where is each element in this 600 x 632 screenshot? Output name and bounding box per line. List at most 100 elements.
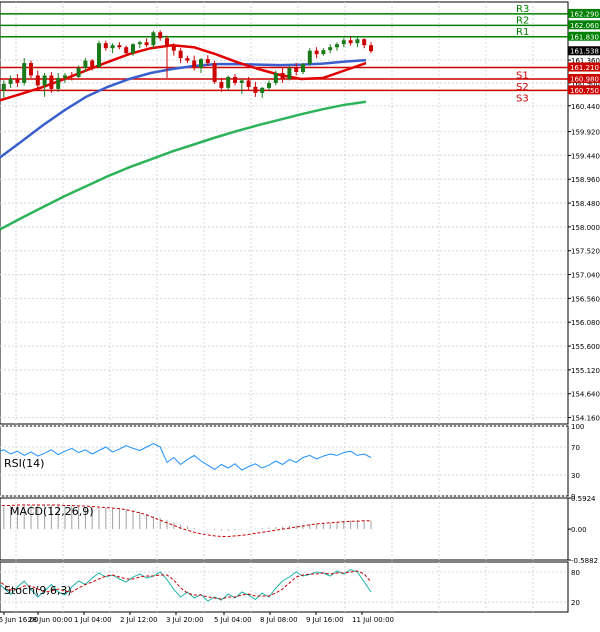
candle-body (83, 60, 88, 69)
candle-body (199, 59, 203, 69)
candle-body (280, 72, 285, 79)
candle-body (287, 68, 292, 79)
level-price-label: 160.980 (570, 75, 599, 83)
candle-body (273, 72, 278, 83)
level-name-s3: S3 (516, 93, 529, 104)
candle-body (212, 63, 217, 82)
candle-body (253, 86, 258, 93)
level-name-s1: S1 (516, 71, 529, 82)
price-tick-label: 155.600 (571, 343, 600, 351)
ma-layer (0, 43, 367, 231)
price-tick-label: 156.560 (571, 295, 600, 303)
candle-body (144, 42, 149, 46)
rsi-level-label: 100 (571, 423, 584, 431)
candle-body (8, 78, 13, 84)
candle-body (348, 40, 353, 44)
candle-body (205, 59, 210, 64)
price-tick-label: 157.040 (571, 272, 600, 280)
candle-body (192, 60, 197, 69)
candle-body (49, 75, 54, 89)
price-tick-label: 155.120 (571, 367, 600, 375)
price-tick-label: 158.000 (571, 224, 600, 232)
candle-body (239, 80, 244, 83)
candle-body (260, 87, 265, 93)
level-name-r3: R3 (516, 4, 529, 15)
chart-root: R3 R2 R1 S1 S2 S3 161.360 160.900 160.440 159.92… (0, 0, 600, 628)
candle-body (69, 75, 74, 77)
candle-body (335, 44, 339, 48)
time-tick-label: 5 Jul 04:00 (214, 616, 252, 624)
candle-body (29, 63, 33, 76)
candle-body (56, 77, 61, 89)
rsi-label: RSI(14) (4, 457, 44, 470)
candle-body (321, 50, 326, 55)
candle-body (158, 32, 163, 39)
rsi-level-label: 30 (571, 472, 580, 480)
candle-body (341, 40, 346, 45)
time-tick-label: 2 Jul 12:00 (120, 616, 158, 624)
candle-body (314, 50, 319, 55)
candle-body (328, 47, 333, 51)
level-name-r1: R1 (516, 27, 529, 38)
candle-body (90, 60, 95, 68)
price-tick-label: 160.440 (571, 103, 600, 111)
level-price-label: 161.210 (570, 64, 599, 72)
candle-body (178, 50, 183, 59)
candle-body (165, 38, 169, 46)
candle-body (103, 43, 108, 49)
price-tick-label: 154.640 (571, 391, 600, 399)
candle-body (171, 45, 176, 51)
panel-frame (0, 561, 569, 613)
candle-body (307, 50, 312, 65)
candle-body (362, 39, 367, 46)
stoch-level-label: 80 (571, 569, 580, 577)
macd-level-label: 0.00 (571, 526, 587, 534)
candle-body (42, 75, 47, 86)
level-layer: R3R2R1 S1S2S3 (0, 4, 568, 104)
price-tick-label: 158.480 (571, 200, 600, 208)
level-price-label: 162.290 (570, 10, 599, 18)
candle-body (137, 42, 142, 45)
candle-body (355, 39, 360, 44)
price-tick-label: 154.160 (571, 415, 600, 423)
stoch-level-label: 20 (571, 599, 580, 607)
candle-body (246, 80, 251, 87)
rsi-layer: 70301000RSI(14) (0, 423, 584, 501)
price-tick-label: 157.520 (571, 248, 600, 256)
candle-body (301, 64, 305, 73)
level-price-label: 161.830 (570, 33, 599, 41)
macd-level-label: -0.5882 (571, 557, 598, 565)
candle-body (124, 47, 129, 54)
chart-svg: R3R2R1S1S2S3 161.360160.900160.440159.92… (0, 1, 600, 624)
candle-body (63, 75, 67, 78)
candle-body (131, 44, 135, 54)
ma-slow-line (0, 100, 367, 231)
rsi-level-label: 70 (571, 444, 580, 452)
time-tick-label: 9 Jul 16:00 (306, 616, 344, 624)
candle-body (22, 63, 27, 83)
candle-body (1, 83, 6, 91)
candle-body (226, 76, 231, 88)
stoch-label: Stoch(9,6,3) (4, 584, 72, 597)
level-name-s2: S2 (516, 82, 529, 93)
price-tick-label: 156.080 (571, 319, 600, 327)
candle-body (369, 45, 373, 52)
time-tick-label: 1 Jul 04:00 (74, 616, 112, 624)
time-tick-label: 8 Jul 08:00 (260, 616, 298, 624)
candle-body (294, 68, 299, 73)
level-price-label: 160.750 (570, 87, 599, 95)
macd-layer: 0.5924 0.00 -0.5882 MACD(12,26,9) (0, 495, 598, 565)
candle-body (97, 43, 101, 68)
time-layer: 26 Jun 16:0028 Jun 00:001 Jul 04:002 Jul… (0, 612, 394, 624)
candle-body (267, 82, 271, 88)
macd-label: MACD(12,26,9) (10, 505, 94, 518)
ma-mid-line (0, 58, 367, 159)
time-tick-label: 11 Jul 00:00 (352, 616, 394, 624)
candle-body (219, 81, 224, 88)
level-price-label: 162.060 (570, 22, 599, 30)
time-tick-label: 3 Jul 20:00 (166, 616, 204, 624)
axis-layer: 161.360160.900160.440159.920159.440158.9… (568, 8, 600, 423)
price-tick-label: 158.960 (571, 176, 600, 184)
stoch-layer: 80 20 Stoch(9,6,3) (0, 568, 580, 607)
candle-body (233, 76, 237, 83)
